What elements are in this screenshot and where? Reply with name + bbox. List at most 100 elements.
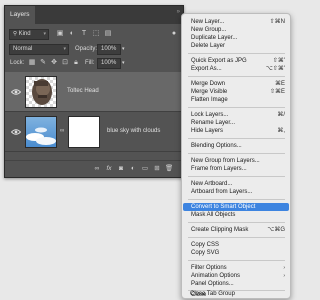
adjustment-filter-icon[interactable]: ◐ (67, 29, 77, 39)
menu-separator (188, 53, 285, 54)
menu-item-hide-layers[interactable]: Hide Layers ⌘, (183, 127, 289, 135)
opacity-value: 100% (101, 46, 117, 52)
filter-kind-value: Kind (18, 31, 31, 37)
smart-object-filter-icon[interactable]: ▤ (103, 29, 113, 39)
menu-item-delete-layer[interactable]: Delete Layer (183, 42, 289, 50)
menu-item-duplicate-layer[interactable]: Duplicate Layer... (183, 34, 289, 42)
blend-mode-value: Normal (13, 46, 33, 52)
menu-item-new-layer[interactable]: New Layer... ⇧⌘N (183, 18, 289, 26)
layer-row-toltec-head[interactable]: Toltec Head (5, 72, 183, 112)
menu-item-label: Rename Layer... (191, 120, 236, 126)
chevron-down-icon[interactable]: ▾ (122, 44, 125, 55)
menu-item-label: Export As... (191, 66, 222, 72)
menu-item-close-tab-group[interactable]: Close Tab Group (182, 290, 288, 298)
menu-item-blending-options[interactable]: Blending Options... (183, 142, 289, 150)
collapse-icon[interactable]: » (177, 9, 180, 15)
menu-item-label: Frame from Layers... (191, 166, 247, 172)
blend-row: Normal ▾ Opacity: 100% ▾ (5, 43, 183, 56)
menu-item-new-group[interactable]: New Group... (183, 26, 289, 34)
eye-icon[interactable] (11, 88, 21, 96)
lock-all-icon[interactable]: 🔒︎ (71, 58, 81, 68)
menu-item-label: Animation Options (191, 273, 241, 279)
menu-item-panel-options[interactable]: Panel Options... (183, 280, 289, 288)
menu-item-merge-visible[interactable]: Merge Visible ⇧⌘E (183, 88, 289, 96)
opacity-input[interactable]: 100% (97, 44, 121, 55)
menu-item-shortcut: ⇧⌘E (269, 89, 285, 95)
menu-item-copy-svg[interactable]: Copy SVG (183, 249, 289, 257)
layer-mask-thumbnail[interactable] (68, 116, 100, 148)
mask-icon[interactable]: ◙ (117, 165, 125, 173)
adjustment-icon[interactable]: ◐ (129, 165, 137, 173)
fill-input[interactable]: 100% (97, 58, 121, 69)
type-filter-icon[interactable]: T (79, 29, 89, 39)
panel-footer: ∞ fx ◙ ◐ ▭ ⊞ 🗑 (5, 160, 183, 177)
eye-icon[interactable] (11, 128, 21, 136)
menu-item-label: New Group... (191, 27, 227, 33)
menu-item-label: Close Tab Group (190, 291, 235, 297)
menu-separator (188, 260, 285, 261)
folder-icon[interactable]: ▭ (141, 165, 149, 173)
mask-link-icon[interactable]: ∞ (60, 128, 64, 134)
menu-item-frame-from-layers[interactable]: Frame from Layers... (183, 165, 289, 173)
menu-item-artboard-from-layers[interactable]: Artboard from Layers... (183, 188, 289, 196)
menu-item-quick-export[interactable]: Quick Export as JPG ⇧⌘' (183, 57, 289, 65)
menu-item-label: Delete Layer (191, 43, 226, 49)
menu-item-new-group-from-layers[interactable]: New Group from Layers... (183, 157, 289, 165)
stone-head-image (32, 79, 52, 105)
menu-item-animation-options[interactable]: Animation Options › (183, 272, 289, 280)
menu-item-convert-to-smart-object[interactable]: Convert to Smart Object (183, 203, 289, 211)
menu-item-label: Lock Layers... (191, 112, 229, 118)
menu-item-new-artboard[interactable]: New Artboard... (183, 180, 289, 188)
menu-item-shortcut: ⌥⌘G (267, 227, 285, 233)
menu-item-mask-all-objects[interactable]: Mask All Objects (183, 211, 289, 219)
menu-item-filter-options[interactable]: Filter Options › (183, 264, 289, 272)
layer-name[interactable]: blue sky with clouds (107, 128, 160, 134)
menu-separator (188, 153, 285, 154)
chevron-down-icon: ▾ (43, 31, 46, 37)
menu-item-shortcut: ⌘E (274, 81, 285, 87)
menu-item-copy-css[interactable]: Copy CSS (183, 241, 289, 249)
filter-toggle-icon[interactable]: ● (169, 29, 179, 39)
menu-item-label: Create Clipping Mask (191, 227, 249, 233)
pixel-filter-icon[interactable]: ▣ (55, 29, 65, 39)
menu-separator (188, 222, 285, 223)
menu-item-shortcut: ⇧⌘' (272, 58, 285, 64)
menu-item-label: Merge Visible (191, 89, 228, 95)
menu-item-flatten-image[interactable]: Flatten Image (183, 96, 289, 104)
lock-label: Lock: (10, 60, 25, 66)
panel-flyout-menu: New Layer... ⇧⌘N New Group... Duplicate L… (181, 13, 291, 299)
menu-item-shortcut: ⇧⌘N (269, 19, 285, 25)
lock-position-icon[interactable]: ✥ (49, 58, 59, 68)
menu-item-label: Copy SVG (191, 250, 220, 256)
layer-thumbnail (25, 76, 57, 108)
lock-transparent-icon[interactable]: ▦ (27, 58, 37, 68)
filter-kind-select[interactable]: ⚲ Kind ▾ (9, 29, 49, 40)
fx-icon[interactable]: fx (105, 165, 113, 173)
trash-icon[interactable]: 🗑 (165, 165, 173, 173)
menu-item-rename-layer[interactable]: Rename Layer... (183, 119, 289, 127)
submenu-arrow-icon: › (283, 265, 285, 271)
menu-item-create-clipping-mask[interactable]: Create Clipping Mask ⌥⌘G (183, 226, 289, 234)
opacity-label: Opacity: (75, 46, 98, 52)
menu-item-label: Quick Export as JPG (191, 58, 247, 64)
lock-image-icon[interactable]: ✎ (38, 58, 48, 68)
layer-row-blue-sky[interactable]: ∞ blue sky with clouds (5, 112, 183, 152)
layer-name[interactable]: Toltec Head (67, 88, 99, 94)
menu-separator (188, 107, 285, 108)
fill-label: Fill: (85, 60, 95, 66)
link-icon[interactable]: ∞ (93, 165, 101, 173)
blend-mode-select[interactable]: Normal ▾ (9, 44, 69, 55)
menu-item-label: Panel Options... (191, 281, 234, 287)
menu-item-label: Hide Layers (191, 128, 224, 134)
menu-item-merge-down[interactable]: Merge Down ⌘E (183, 80, 289, 88)
shape-filter-icon[interactable]: ⬚ (91, 29, 101, 39)
lock-artboard-icon[interactable]: ⊡ (60, 58, 70, 68)
menu-item-lock-layers[interactable]: Lock Layers... ⌘/ (183, 111, 289, 119)
submenu-arrow-icon: › (283, 273, 285, 279)
tab-layers[interactable]: Layers (5, 6, 35, 24)
new-layer-icon[interactable]: ⊞ (153, 165, 161, 173)
chevron-down-icon[interactable]: ▾ (122, 58, 125, 69)
chevron-down-icon: ▾ (63, 46, 66, 52)
menu-item-export-as[interactable]: Export As... ⌥⇧⌘' (183, 65, 289, 73)
lock-row: Lock: ▦ ✎ ✥ ⊡ 🔒︎ Fill: 100% ▾ (5, 57, 183, 70)
